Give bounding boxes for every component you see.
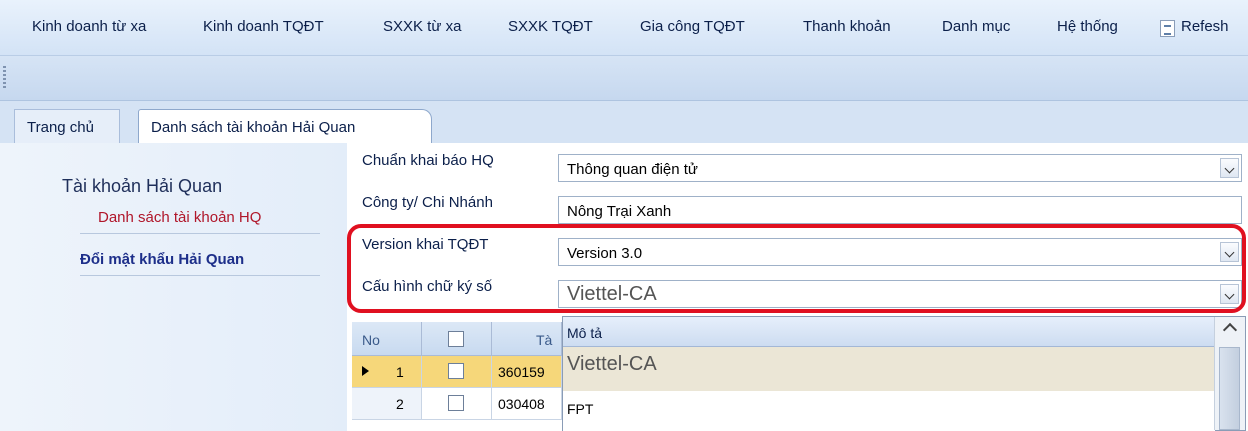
current-row-icon <box>362 366 369 376</box>
chevron-up-icon[interactable] <box>1222 322 1238 338</box>
refresh-button[interactable]: Refesh <box>1181 18 1229 35</box>
accounts-grid: No Tà 1 360159 2 030408 <box>352 322 562 431</box>
sidebar-link-change-password[interactable]: Đổi mật khẩu Hải Quan <box>80 251 244 268</box>
menu-danh-muc[interactable]: Danh mục <box>942 18 1010 35</box>
dropdown-scrollbar[interactable] <box>1214 317 1245 430</box>
menu-kinh-doanh-tqdt[interactable]: Kinh doanh TQĐT <box>203 18 324 35</box>
tab-home[interactable]: Trang chủ <box>14 109 120 143</box>
company-value: Nông Trại Xanh <box>567 203 672 220</box>
row-code: 030408 <box>498 396 545 412</box>
menu-sxxk-tqdt[interactable]: SXXK TQĐT <box>508 18 593 35</box>
menu-sxxk-tu-xa[interactable]: SXXK từ xa <box>383 18 461 35</box>
menu-he-thong[interactable]: Hệ thống <box>1057 18 1118 35</box>
row-code: 360159 <box>498 364 545 380</box>
sidebar-link-account-list[interactable]: Danh sách tài khoản HQ <box>98 209 261 226</box>
table-row[interactable]: 2 <box>352 388 422 420</box>
row-no: 1 <box>396 364 404 380</box>
table-row-checkbox-cell <box>422 388 492 420</box>
refresh-icon[interactable] <box>1160 20 1175 37</box>
dropdown-option-fpt[interactable]: FPT <box>563 391 1215 431</box>
menu-thanh-khoan[interactable]: Thanh khoản <box>803 18 891 35</box>
sidebar-divider <box>80 233 320 234</box>
declare-standard-select[interactable]: Thông quan điện tử <box>558 154 1242 182</box>
grid-header-select[interactable] <box>422 322 492 356</box>
sidebar-title: Tài khoản Hải Quan <box>62 176 223 196</box>
chevron-down-icon[interactable] <box>1220 158 1239 178</box>
dropdown-option-viettel[interactable]: Viettel-CA <box>563 347 1215 391</box>
select-all-checkbox[interactable] <box>448 331 464 347</box>
table-row-code-cell: 360159 <box>492 356 562 388</box>
menu-kinh-doanh-tu-xa[interactable]: Kinh doanh từ xa <box>32 18 146 35</box>
row-checkbox[interactable] <box>448 363 464 379</box>
grid-header-no[interactable]: No <box>352 322 422 356</box>
declare-standard-label: Chuẩn khai báo HQ <box>362 152 494 169</box>
declare-standard-value: Thông quan điện tử <box>567 161 698 178</box>
highlight-box <box>347 224 1246 313</box>
row-no: 2 <box>396 396 404 412</box>
table-row-code-cell: 030408 <box>492 388 562 420</box>
table-row[interactable]: 1 <box>352 356 422 388</box>
toolbar-grip-icon[interactable] <box>3 66 6 90</box>
scrollbar-thumb[interactable] <box>1219 347 1240 430</box>
row-checkbox[interactable] <box>448 395 464 411</box>
company-label: Công ty/ Chi Nhánh <box>362 194 493 211</box>
toolbar <box>0 56 1248 101</box>
tab-strip: Trang chủ Danh sách tài khoản Hải Quan <box>0 101 1248 144</box>
menu-bar: Kinh doanh từ xa Kinh doanh TQĐT SXXK từ… <box>0 0 1248 56</box>
signature-dropdown-list: Mô tả Viettel-CA FPT <box>562 316 1246 431</box>
sidebar-divider <box>80 275 320 276</box>
grid-header-name[interactable]: Tà <box>492 322 562 356</box>
menu-gia-cong-tqdt[interactable]: Gia công TQĐT <box>640 18 745 35</box>
table-row-checkbox-cell <box>422 356 492 388</box>
tab-customs-accounts[interactable]: Danh sách tài khoản Hải Quan <box>138 109 432 144</box>
company-input[interactable]: Nông Trại Xanh <box>558 196 1242 224</box>
dropdown-header: Mô tả <box>563 317 1215 347</box>
